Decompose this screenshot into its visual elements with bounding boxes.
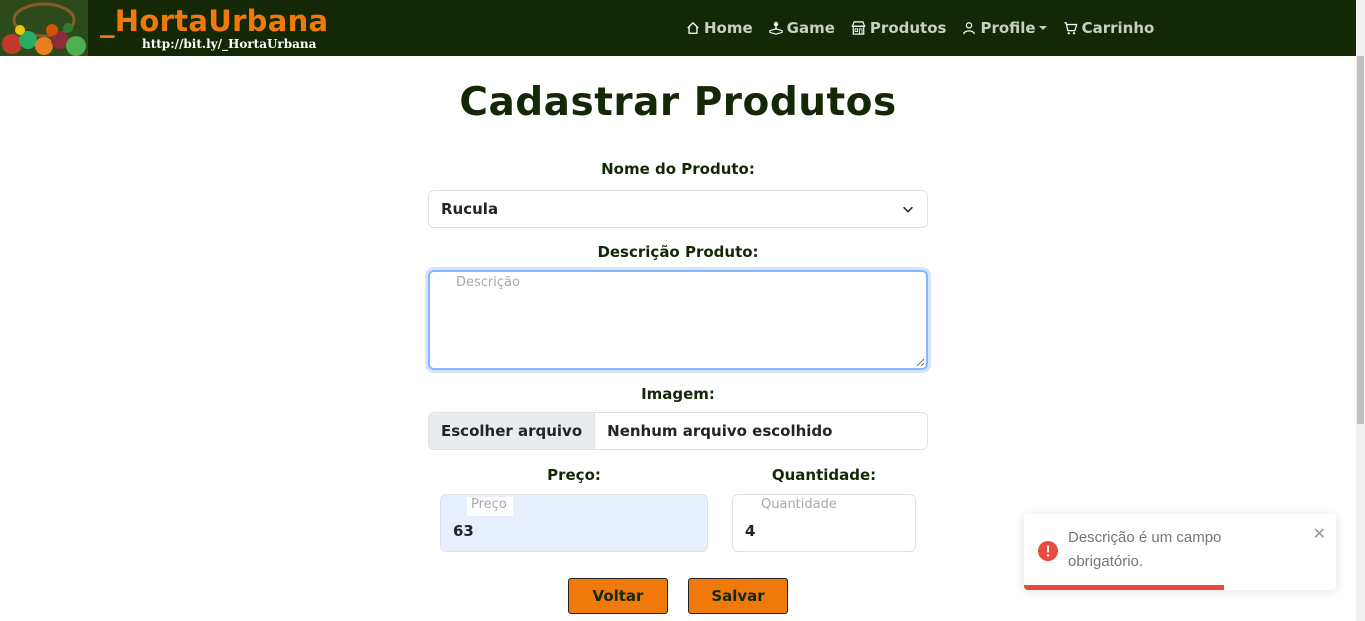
product-name-label: Nome do Produto:	[601, 160, 755, 178]
product-name-select[interactable]: Rucula	[428, 190, 928, 228]
image-label: Imagem:	[641, 385, 715, 403]
product-name-value: Rucula	[441, 200, 499, 218]
price-input[interactable]: Preço 63	[440, 494, 708, 552]
error-icon	[1038, 541, 1058, 561]
nav-game-label: Game	[786, 19, 835, 37]
brand-url: http://bit.ly/_HortaUrbana	[142, 37, 317, 51]
price-placeholder: Preço	[467, 497, 513, 516]
nav-carrinho-label: Carrinho	[1081, 19, 1155, 37]
price-label: Preço:	[547, 466, 601, 484]
description-placeholder: Descrição	[456, 275, 520, 290]
chevron-down-icon	[903, 206, 913, 213]
file-status: Nenhum arquivo escolhido	[607, 422, 833, 440]
toast-message: Descrição é um campo obrigatório.	[1068, 529, 1222, 570]
quantity-value: 4	[745, 522, 756, 540]
nav-produtos-label: Produtos	[869, 19, 947, 37]
description-label: Descrição Produto:	[597, 243, 759, 261]
person-icon	[963, 22, 976, 35]
cart-icon	[1063, 22, 1078, 35]
nav-home[interactable]: Home	[686, 19, 753, 37]
nav-home-label: Home	[704, 19, 753, 37]
nav-produtos[interactable]: Produtos	[851, 19, 947, 37]
image-file-input[interactable]: Escolher arquivo Nenhum arquivo escolhid…	[428, 412, 928, 450]
nav-profile-dropdown[interactable]: Profile	[962, 19, 1047, 37]
error-toast[interactable]: Descrição é um campo obrigatório. ✕	[1024, 514, 1336, 590]
joystick-icon	[768, 21, 783, 35]
toast-progress-bar	[1024, 585, 1224, 590]
page-scrollbar[interactable]	[1356, 0, 1365, 621]
shop-icon	[851, 21, 866, 35]
nav-carrinho[interactable]: Carrinho	[1063, 19, 1155, 37]
resize-handle-icon[interactable]	[916, 358, 924, 366]
nav-links: Home Game Produtos Profile Carrinho	[686, 18, 1170, 38]
quantity-label: Quantidade:	[771, 466, 877, 484]
description-textarea[interactable]: Descrição	[428, 270, 928, 370]
quantity-placeholder: Quantidade	[761, 497, 837, 512]
back-button[interactable]: Voltar	[568, 578, 668, 614]
save-button[interactable]: Salvar	[688, 578, 788, 614]
chevron-down-icon	[1038, 26, 1047, 30]
nav-profile-label: Profile	[980, 19, 1036, 37]
close-icon[interactable]: ✕	[1313, 524, 1326, 544]
page-title: Cadastrar Produtos	[459, 80, 897, 125]
scrollbar-thumb[interactable]	[1357, 56, 1364, 424]
brand-name[interactable]: _HortaUrbana	[100, 4, 328, 38]
navbar: _HortaUrbana http://bit.ly/_HortaUrbana …	[0, 0, 1356, 56]
nav-game[interactable]: Game	[768, 19, 835, 37]
vegetable-basket-logo[interactable]	[0, 0, 88, 56]
price-value: 63	[453, 522, 474, 540]
quantity-input[interactable]: Quantidade 4	[732, 494, 916, 552]
house-icon	[687, 21, 699, 34]
choose-file-button[interactable]: Escolher arquivo	[429, 413, 596, 449]
